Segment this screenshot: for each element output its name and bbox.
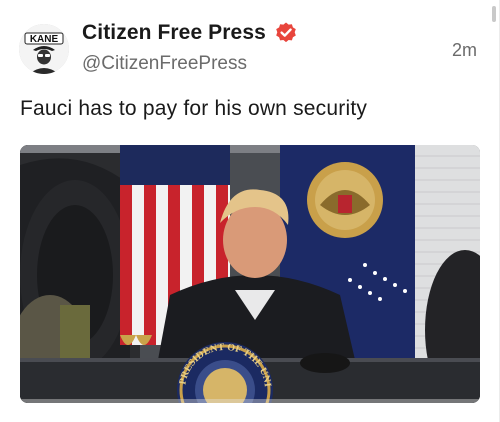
avatar-image: KANE: [19, 24, 69, 74]
post-timestamp[interactable]: 2m: [452, 40, 477, 61]
display-name[interactable]: Citizen Free Press: [82, 21, 266, 45]
scrollbar-thumb[interactable]: [492, 6, 496, 22]
user-handle[interactable]: @CitizenFreePress: [82, 53, 247, 75]
post-media-image[interactable]: PRESIDENT OF THE UNITED: [20, 145, 480, 403]
verified-badge-icon: [274, 21, 298, 45]
avatar[interactable]: KANE: [19, 24, 69, 74]
post-text: Fauci has to pay for his own security: [20, 97, 368, 120]
avatar-label: KANE: [30, 34, 59, 45]
post-card[interactable]: KANE Citizen Free Press @CitizenFreePres…: [0, 0, 500, 422]
